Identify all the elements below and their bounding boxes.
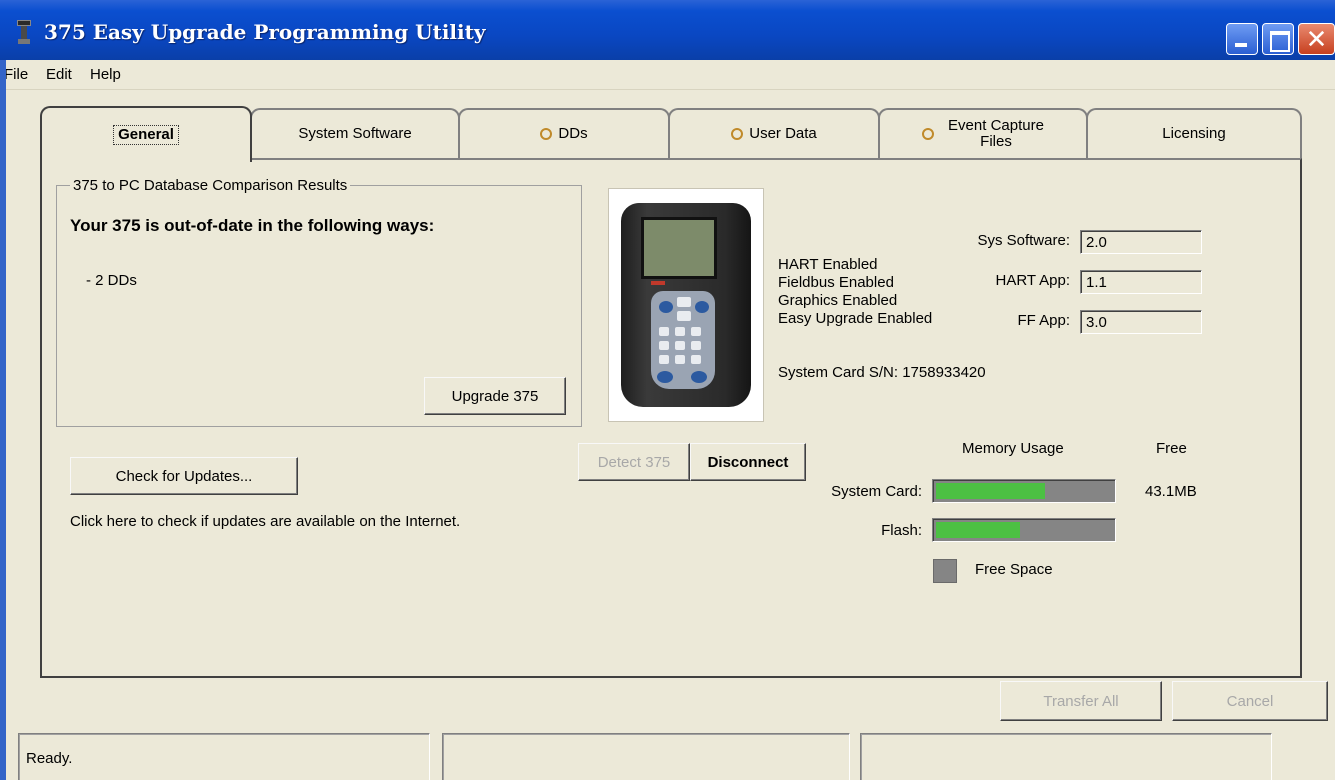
- status-pane-2: [442, 733, 850, 780]
- flash-memory-label: Flash:: [881, 522, 922, 539]
- menu-edit[interactable]: Edit: [46, 66, 72, 83]
- cancel-button[interactable]: Cancel: [1172, 681, 1328, 721]
- tab-user-data[interactable]: User Data: [668, 108, 880, 158]
- close-button[interactable]: ✕: [1298, 23, 1335, 55]
- system-card-memory-label: System Card:: [831, 483, 922, 500]
- menu-bar: File Edit Help: [0, 60, 1335, 90]
- tab-licensing[interactable]: Licensing: [1086, 108, 1302, 158]
- pending-ring-icon: [540, 128, 553, 140]
- maximize-button[interactable]: [1262, 23, 1294, 55]
- transfer-all-button[interactable]: Transfer All: [1000, 681, 1162, 721]
- title-bar[interactable]: 375 Easy Upgrade Programming Utility ✕: [0, 0, 1335, 60]
- hart-app-label: HART App:: [995, 272, 1071, 289]
- check-for-updates-button[interactable]: Check for Updates...: [70, 457, 298, 495]
- app-icon: [16, 20, 32, 46]
- tab-event-capture-files[interactable]: Event Capture Files: [878, 108, 1088, 158]
- free-header: Free: [1156, 440, 1187, 457]
- menu-help[interactable]: Help: [90, 66, 121, 83]
- upgrade-375-button[interactable]: Upgrade 375: [424, 377, 566, 415]
- disconnect-button[interactable]: Disconnect: [690, 443, 806, 481]
- tab-general[interactable]: General: [40, 106, 252, 162]
- device-image: [608, 188, 764, 422]
- free-space-legend: Free Space: [975, 561, 1053, 578]
- feature-fieldbus: Fieldbus Enabled: [778, 274, 894, 291]
- out-of-date-headline: Your 375 is out-of-date in the following…: [70, 216, 435, 235]
- tab-system-software-label: System Software: [298, 125, 412, 142]
- feature-graphics: Graphics Enabled: [778, 292, 898, 309]
- pending-ring-icon: [731, 128, 744, 140]
- comparison-group-title: 375 to PC Database Comparison Results: [70, 177, 351, 194]
- tab-system-software[interactable]: System Software: [250, 108, 460, 158]
- free-space-swatch: [933, 559, 957, 583]
- out-of-date-item: - 2 DDs: [86, 272, 137, 289]
- pending-ring-icon: [922, 128, 935, 140]
- status-pane-3: [860, 733, 1272, 780]
- window-title: 375 Easy Upgrade Programming Utility: [44, 20, 486, 44]
- status-text: Ready.: [26, 750, 73, 767]
- tab-general-label: General: [113, 125, 179, 145]
- system-card-free-value: 43.1MB: [1145, 483, 1197, 500]
- tab-user-data-label: User Data: [749, 125, 817, 142]
- tab-licensing-label: Licensing: [1162, 125, 1226, 142]
- feature-easy-upgrade: Easy Upgrade Enabled: [778, 310, 933, 327]
- ff-app-label: FF App:: [1017, 312, 1070, 329]
- flash-memory-bar: [932, 518, 1116, 542]
- sys-software-label: Sys Software:: [977, 232, 1070, 249]
- menu-file[interactable]: File: [4, 66, 28, 83]
- tab-dds-label: DDs: [558, 125, 588, 142]
- sys-software-field: 2.0: [1080, 230, 1202, 254]
- feature-hart: HART Enabled: [778, 256, 878, 273]
- app-window: 375 Easy Upgrade Programming Utility ✕ F…: [0, 0, 1335, 780]
- detect-375-button[interactable]: Detect 375: [578, 443, 690, 481]
- system-card-used-fill: [936, 483, 1045, 499]
- check-updates-hint: Click here to check if updates are avail…: [70, 513, 461, 530]
- minimize-button[interactable]: [1226, 23, 1258, 55]
- window-border: [0, 60, 6, 780]
- close-icon: ✕: [1305, 24, 1328, 54]
- system-card-serial: System Card S/N: 1758933420: [778, 364, 986, 381]
- status-pane-main: [18, 733, 430, 780]
- tab-event-capture-label-line2: Files: [980, 133, 1012, 150]
- system-card-memory-bar: [932, 479, 1116, 503]
- hart-app-field: 1.1: [1080, 270, 1202, 294]
- memory-usage-header: Memory Usage: [962, 440, 1064, 457]
- tab-dds[interactable]: DDs: [458, 108, 670, 158]
- flash-used-fill: [936, 522, 1020, 538]
- tab-event-capture-label-line1: Event Capture: [948, 117, 1044, 134]
- ff-app-field: 3.0: [1080, 310, 1202, 334]
